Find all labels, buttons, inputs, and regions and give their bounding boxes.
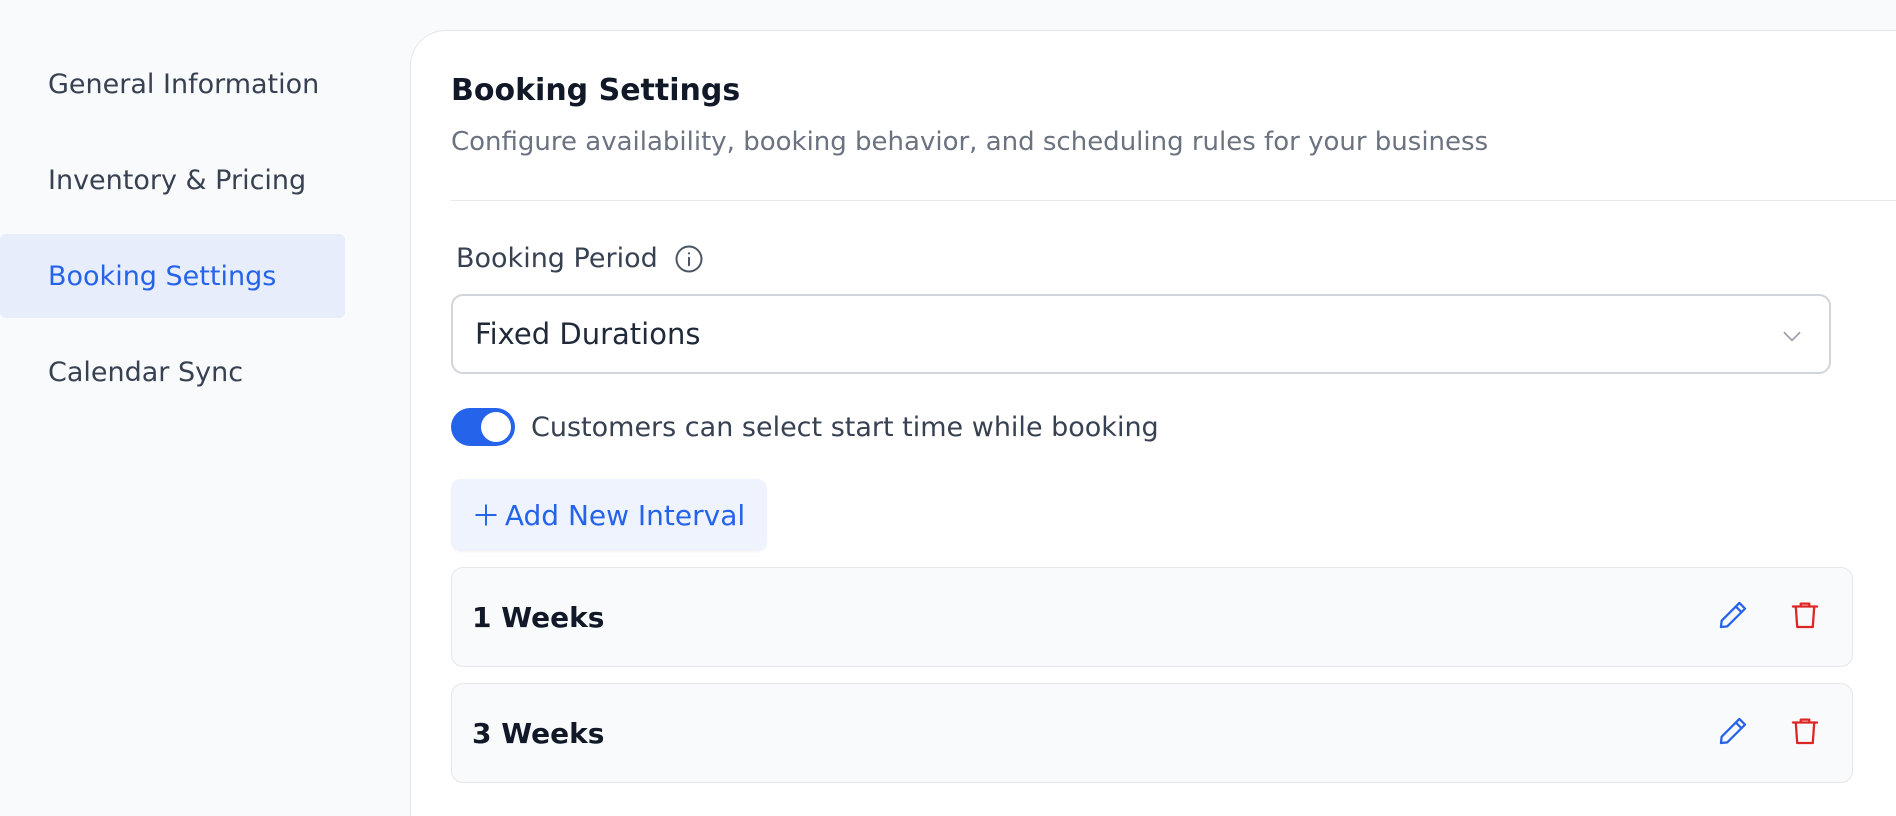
start-time-toggle-label: Customers can select start time while bo… [531,411,1159,443]
sidebar-item-calendar-sync[interactable]: Calendar Sync [0,330,345,414]
start-time-toggle[interactable] [451,408,515,446]
sidebar-item-label: Booking Settings [48,260,277,292]
app-root: General Information Inventory & Pricing … [0,0,1896,816]
booking-period-select[interactable]: Fixed Durations [451,294,1831,374]
toggle-knob [481,412,511,442]
interval-label: 3 Weeks [472,716,605,750]
page-subtitle: Configure availability, booking behavior… [451,127,1489,157]
page-title: Booking Settings [451,73,741,108]
plus-icon [473,502,499,528]
trash-icon[interactable] [1788,598,1822,634]
edit-icon[interactable] [1716,598,1750,634]
booking-settings-panel: Booking Settings Configure availability,… [410,30,1896,816]
sidebar-item-label: General Information [48,68,320,100]
edit-icon[interactable] [1716,714,1750,750]
sidebar-item-inventory-pricing[interactable]: Inventory & Pricing [0,138,345,222]
booking-period-selected-value: Fixed Durations [475,317,701,351]
interval-row-actions [1716,598,1822,634]
interval-row: 1 Weeks [451,567,1853,667]
sidebar-item-label: Inventory & Pricing [48,164,307,196]
booking-period-label-text: Booking Period [456,243,658,274]
start-time-toggle-row: Customers can select start time while bo… [451,408,1159,446]
sidebar-item-booking-settings[interactable]: Booking Settings [0,234,345,318]
add-new-interval-label: Add New Interval [504,498,746,532]
add-new-interval-button[interactable]: Add New Interval [451,479,767,551]
chevron-down-icon [1779,322,1805,348]
sidebar-item-label: Calendar Sync [48,356,244,388]
section-divider [451,200,1896,201]
sidebar-item-general-information[interactable]: General Information [0,42,345,126]
info-icon[interactable] [674,244,704,274]
booking-period-label: Booking Period [456,243,704,274]
interval-row-actions [1716,714,1822,750]
settings-sidebar: General Information Inventory & Pricing … [0,0,345,816]
interval-row: 3 Weeks [451,683,1853,783]
trash-icon[interactable] [1788,714,1822,750]
interval-label: 1 Weeks [472,600,605,634]
